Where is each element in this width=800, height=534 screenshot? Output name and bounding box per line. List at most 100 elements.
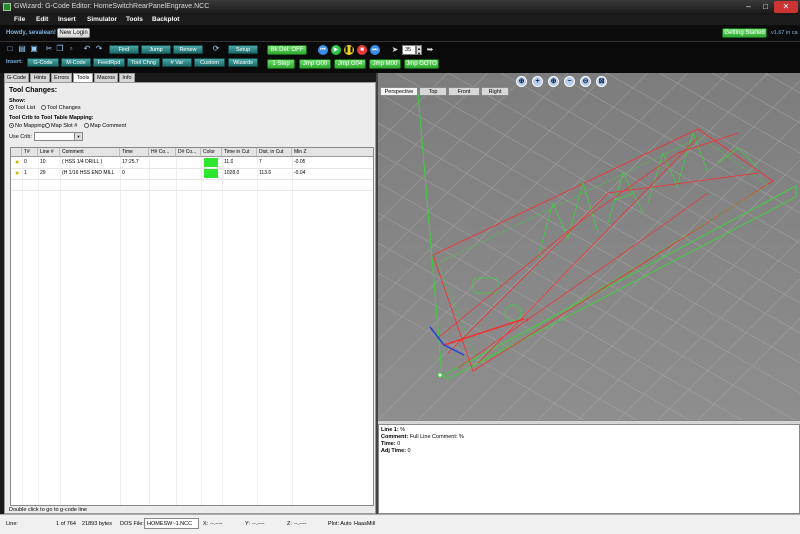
speed-rabbit-icon: ➥ [426,45,434,54]
column-header-line[interactable]: Line # [38,148,60,157]
copy-icon[interactable]: ❐ [56,45,64,53]
open-file-icon[interactable]: ▤ [18,45,26,53]
cell-color-swatch[interactable] [204,169,218,178]
save-file-icon[interactable]: ▣ [30,45,38,53]
cell-h-comp [149,157,151,168]
column-header-tnum[interactable]: T# [22,148,38,157]
menu-backplot[interactable]: Backplot [152,16,179,23]
stop-icon[interactable]: ■ [357,45,367,55]
cell-minz: -0.05 [294,159,306,165]
insert-gcode-button[interactable]: G-Code [27,58,59,67]
speed-stepper[interactable]: ▲ ▼ [416,45,422,56]
insert-toolchng-button[interactable]: Tool Chng [127,58,160,67]
jmp-goto-button[interactable]: Jmp GOTO [404,59,439,69]
cut-icon[interactable]: ✂ [45,45,53,53]
minimize-button[interactable]: – [740,1,757,13]
tab-macros[interactable]: Macros [94,73,118,82]
info-time-value: 0 [397,441,401,447]
no-mapping-radio[interactable]: No Mapping [9,123,45,129]
jmp-g04-button[interactable]: Jmp G04 [334,59,366,69]
jump-button[interactable]: Jump [141,45,171,54]
cell-comment: ( HSS 1/4 DRILL ) [62,159,103,165]
column-header-dist-cut[interactable]: Dist. in Cut [257,148,292,157]
close-button[interactable]: ✕ [774,1,798,13]
cell-d-comp [176,168,178,179]
tab-errors[interactable]: Errors [51,73,72,82]
zoom-window-icon[interactable]: ⊠ [596,76,607,87]
column-header-minz[interactable]: Min Z [292,148,373,157]
new-login-button[interactable]: New Login [57,28,90,38]
table-row[interactable]: ● 1 29 (H 1/16 HSS END MILL 0 1028.0 113… [11,168,373,179]
menu-bar: File Edit Insert Simulator Tools Backplo… [0,15,800,25]
undo-icon[interactable]: ↶ [83,45,91,53]
zoom-plus-icon[interactable]: ⊕ [548,76,559,87]
menu-file[interactable]: File [14,16,25,23]
tab-right[interactable]: Right [481,87,509,96]
info-comment: Comment: Full Line Comment: % [381,434,464,440]
cell-dist-cut: 7 [259,159,262,165]
cell-time: 0 [122,170,125,176]
tab-hints[interactable]: Hints [30,73,50,82]
column-header-color[interactable]: Color [201,148,222,157]
jmp-m00-button[interactable]: Jmp M00 [369,59,401,69]
column-header-icon[interactable] [11,148,22,157]
insert-feedrpd-button[interactable]: FeedRpd [93,58,125,67]
zoom-in-icon[interactable]: + [532,76,543,87]
bk-del-toggle[interactable]: Bk Del: OFF [267,45,307,55]
window-title: GWizard: G-Code Editor: HomeSwitchRearPa… [14,3,210,10]
insert-custom-button[interactable]: Custom [194,58,225,67]
insert-mcode-button[interactable]: M-Code [61,58,91,67]
tab-front[interactable]: Front [448,87,480,96]
setup-button[interactable]: Setup [228,45,258,54]
tab-gcode[interactable]: G-Code [4,73,29,82]
insert-label: Insert: [6,59,23,65]
tab-perspective[interactable]: Perspective [380,87,418,96]
zoom-fit-icon[interactable]: ⊕ [516,76,527,87]
new-file-icon[interactable]: □ [6,45,14,53]
show-tool-changes-radio[interactable]: Tool Changes [41,105,81,111]
column-header-h-comp[interactable]: H# Co... [149,148,176,157]
jmp-g00-button[interactable]: Jmp G00 [299,59,331,69]
cell-time-cut: 1028.0 [224,170,240,176]
speed-input[interactable]: 35 [402,45,416,55]
map-comment-radio[interactable]: Map Comment [84,123,126,129]
table-row[interactable]: ● 0 10 ( HSS 1/4 DRILL ) 17:25.7 11.0 7 … [11,157,373,168]
menu-simulator[interactable]: Simulator [87,16,117,23]
column-header-comment[interactable]: Comment [60,148,120,157]
tab-top[interactable]: Top [419,87,447,96]
column-divider [257,157,258,505]
cell-color-swatch[interactable] [204,158,218,167]
play-icon[interactable]: ▶ [331,45,341,55]
menu-edit[interactable]: Edit [36,16,48,23]
insert-wizards-button[interactable]: Wizards [228,58,258,67]
pause-icon[interactable]: ❚❚ [344,45,354,55]
menu-insert[interactable]: Insert [58,16,76,23]
renew-button[interactable]: Renew [173,45,203,54]
map-slot-radio[interactable]: Map Slot # [45,123,77,129]
column-header-d-comp[interactable]: D# Co... [176,148,201,157]
zoom-out-icon[interactable]: ⊖ [580,76,591,87]
maximize-button[interactable]: □ [757,1,774,13]
dos-file-field[interactable]: HOMESW~1.NCC [144,518,199,529]
info-time: Time: 0 [381,441,400,447]
redo-icon[interactable]: ↷ [95,45,103,53]
radio-selected [9,105,14,111]
rewind-icon[interactable]: ⏮ [318,45,328,55]
use-crib-select[interactable]: ▼ [34,132,83,141]
paste-icon[interactable]: ▫ [67,45,75,53]
status-line-of: 1 of 764 [56,521,76,527]
column-header-time[interactable]: Time [120,148,149,157]
one-step-button[interactable]: 1 Step [267,59,295,69]
menu-tools[interactable]: Tools [126,16,143,23]
getting-started-button[interactable]: Getting Started [722,28,767,38]
column-header-time-cut[interactable]: Time in Cut [222,148,257,157]
fast-forward-icon[interactable]: ⏭ [370,45,380,55]
backplot-viewport[interactable]: × ⊕ + ⊕ − ⊖ ⊠ Perspective Top Front Righ… [378,73,800,420]
zoom-minus-icon[interactable]: − [564,76,575,87]
insert-var-button[interactable]: # Var [162,58,192,67]
find-button[interactable]: Find [109,45,139,54]
show-tool-list-radio[interactable]: Tool List [9,105,35,111]
refresh-icon[interactable]: ⟳ [212,45,220,53]
tab-info[interactable]: Info [119,73,135,82]
status-y-value: --.---- [252,521,265,527]
